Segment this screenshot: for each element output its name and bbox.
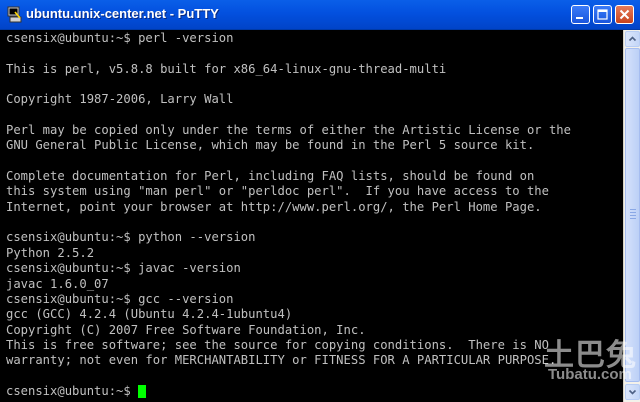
window-title: ubuntu.unix-center.net - PuTTY xyxy=(26,6,219,21)
terminal-line: This is perl, v5.8.8 built for x86_64-li… xyxy=(6,61,447,76)
thumb-grip-line xyxy=(630,212,636,213)
terminal-line: csensix@ubuntu:~$ python --version xyxy=(6,230,256,245)
vertical-scrollbar[interactable] xyxy=(623,30,640,402)
terminal-line: Python 2.5.2 xyxy=(6,245,95,260)
terminal-line: GNU General Public License, which may be… xyxy=(6,138,535,153)
terminal-line: csensix@ubuntu:~$ gcc --version xyxy=(6,291,234,306)
terminal-line: Copyright 1987-2006, Larry Wall xyxy=(6,92,234,107)
terminal-line: gcc (GCC) 4.2.4 (Ubuntu 4.2.4-1ubuntu4) xyxy=(6,307,293,322)
chevron-down-icon xyxy=(628,389,637,395)
terminal-line: csensix@ubuntu:~$ javac -version xyxy=(6,261,241,276)
terminal-prompt: csensix@ubuntu:~$ xyxy=(6,383,139,398)
scroll-down-button[interactable] xyxy=(625,384,640,400)
minimize-button[interactable] xyxy=(571,5,590,24)
close-button[interactable] xyxy=(615,5,634,24)
thumb-grip-line xyxy=(630,215,636,216)
title-bar[interactable]: ubuntu.unix-center.net - PuTTY xyxy=(0,0,640,30)
terminal-line: csensix@ubuntu:~$ perl -version xyxy=(6,31,234,45)
terminal-line: warranty; not even for MERCHANTABILITY o… xyxy=(6,353,557,368)
maximize-button[interactable] xyxy=(593,5,612,24)
terminal-line: This is free software; see the source fo… xyxy=(6,337,549,352)
scrollbar-thumb[interactable] xyxy=(625,48,640,382)
terminal-line: javac 1.6.0_07 xyxy=(6,276,109,291)
terminal-line: Copyright (C) 2007 Free Software Foundat… xyxy=(6,322,366,337)
chevron-up-icon xyxy=(628,36,637,42)
terminal-line: Perl may be copied only under the terms … xyxy=(6,123,571,138)
maximize-icon xyxy=(597,9,608,20)
thumb-grip-line xyxy=(630,218,636,219)
scroll-up-button[interactable] xyxy=(625,31,640,47)
terminal-cursor xyxy=(138,385,147,399)
terminal-line: Complete documentation for Perl, includi… xyxy=(6,169,535,184)
putty-icon[interactable] xyxy=(6,6,23,23)
close-icon xyxy=(619,9,630,20)
terminal-output: csensix@ubuntu:~$ perl -version This is … xyxy=(6,31,571,399)
terminal-prompt-line[interactable]: csensix@ubuntu:~$ xyxy=(6,384,571,399)
terminal-line: Internet, point your browser at http://w… xyxy=(6,199,542,214)
thumb-grip-line xyxy=(630,209,636,210)
terminal-area[interactable]: csensix@ubuntu:~$ perl -version This is … xyxy=(0,30,623,402)
minimize-icon xyxy=(576,17,583,19)
putty-window: ubuntu.unix-center.net - PuTTY csensix@u… xyxy=(0,0,640,402)
terminal-line: this system using "man perl" or "perldoc… xyxy=(6,184,549,199)
